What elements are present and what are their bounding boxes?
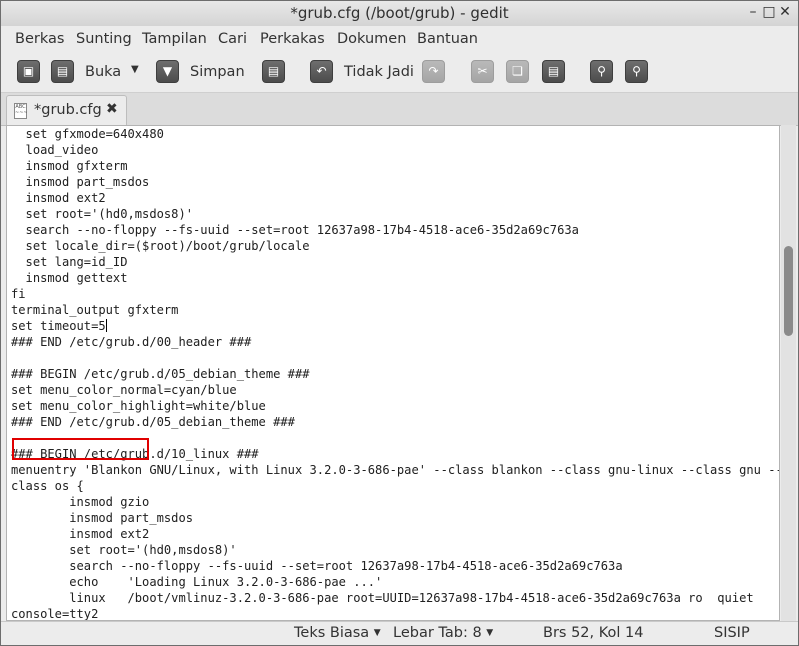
code-line: class os { (11, 479, 84, 493)
syntax-label: Teks Biasa (294, 625, 370, 641)
code-line: ### END /etc/grub.d/05_debian_theme ### (11, 415, 295, 429)
redo-icon[interactable]: ↷ (422, 60, 445, 83)
minimize-button[interactable]: – (746, 4, 762, 20)
code-line: set menu_color_normal=cyan/blue (11, 383, 237, 397)
window-title: *grub.cfg (/boot/grub) - gedit (290, 4, 509, 22)
code-line: linux /boot/vmlinuz-3.2.0-3-686-pae root… (11, 591, 754, 605)
toolbar: ▣ ▤ Buka ▼ ▼ Simpan ▤ ↶ Tidak Jadi ↷ ✂ ❏… (1, 52, 798, 93)
code-line: insmod ext2 (11, 527, 150, 541)
open-recent-dropdown-icon[interactable]: ▼ (131, 64, 139, 75)
code-line: set timeout=5 (11, 319, 107, 333)
code-line: ### END /etc/grub.d/00_header ### (11, 335, 252, 349)
timeout-highlight-box (12, 438, 149, 460)
code-line: set root='(hd0,msdos8)' (11, 543, 237, 557)
code-line: insmod gfxterm (11, 159, 128, 173)
new-document-icon[interactable]: ▣ (17, 60, 40, 83)
code-line: insmod part_msdos (11, 175, 150, 189)
code-line: set menu_color_highlight=white/blue (11, 399, 266, 413)
menu-berkas[interactable]: Berkas (15, 31, 64, 47)
code-line: menuentry 'Blankon GNU/Linux, with Linux… (11, 463, 780, 477)
print-icon[interactable]: ▤ (262, 60, 285, 83)
code-line: set gfxmode=640x480 (11, 127, 164, 141)
code-line: search --no-floppy --fs-uuid --set=root … (11, 223, 579, 237)
menu-bar: Berkas Sunting Tampilan Cari Perkakas Do… (1, 26, 798, 52)
tab-width-dropdown-icon: ▼ (486, 628, 494, 638)
vertical-scrollbar[interactable] (781, 125, 796, 621)
text-editor[interactable]: set gfxmode=640x480 load_video insmod gf… (6, 125, 780, 621)
code-line: search --no-floppy --fs-uuid --set=root … (11, 559, 623, 573)
syntax-dropdown-icon: ▼ (373, 628, 381, 638)
menu-dokumen[interactable]: Dokumen (337, 31, 406, 47)
tab-close-icon[interactable]: ✖ (106, 101, 118, 117)
code-line: insmod gzio (11, 495, 150, 509)
paste-icon[interactable]: ▤ (542, 60, 565, 83)
menu-cari[interactable]: Cari (218, 31, 247, 47)
code-line: insmod part_msdos (11, 511, 194, 525)
close-window-button[interactable]: ✕ (778, 4, 794, 20)
code-line: set root='(hd0,msdos8)' (11, 207, 194, 221)
maximize-button[interactable]: □ (762, 4, 778, 20)
save-button-label[interactable]: Simpan (190, 64, 245, 80)
code-line: fi (11, 287, 26, 301)
save-icon[interactable]: ▼ (156, 60, 179, 83)
code-text: set gfxmode=640x480 load_video insmod gf… (11, 126, 780, 621)
text-cursor (105, 319, 107, 332)
tab-width-value: 8 (472, 625, 482, 641)
menu-perkakas[interactable]: Perkakas (260, 31, 325, 47)
syntax-selector[interactable]: Teks Biasa ▼ (294, 625, 381, 641)
code-line: console=tty2 (11, 607, 99, 621)
window-controls: – □ ✕ (746, 4, 794, 20)
open-file-icon[interactable]: ▤ (51, 60, 74, 83)
tab-label: *grub.cfg (34, 102, 102, 118)
code-line: set locale_dir=($root)/boot/grub/locale (11, 239, 310, 253)
gedit-window: *grub.cfg (/boot/grub) - gedit – □ ✕ Berka… (0, 0, 799, 646)
status-bar: Teks Biasa ▼ Lebar Tab: 8 ▼ Brs 52, Kol … (1, 621, 798, 645)
code-line: insmod ext2 (11, 191, 106, 205)
insert-mode: SISIP (714, 625, 750, 641)
menu-sunting[interactable]: Sunting (76, 31, 132, 47)
code-line: set lang=id_ID (11, 255, 128, 269)
tab-width-selector[interactable]: Lebar Tab: 8 ▼ (393, 625, 493, 641)
undo-button-label[interactable]: Tidak Jadi (344, 64, 414, 80)
search-icon[interactable]: ⚲ (590, 60, 613, 83)
scrollbar-thumb[interactable] (784, 246, 793, 336)
undo-icon[interactable]: ↶ (310, 60, 333, 83)
menu-bantuan[interactable]: Bantuan (417, 31, 478, 47)
code-line: load_video (11, 143, 99, 157)
text-document-icon: ABC ~~~ (14, 103, 28, 119)
code-line: ### BEGIN /etc/grub.d/05_debian_theme ##… (11, 367, 310, 381)
copy-icon[interactable]: ❏ (506, 60, 529, 83)
tab-grub-cfg[interactable]: ABC ~~~ *grub.cfg ✖ (6, 95, 127, 125)
tab-width-label: Lebar Tab: (393, 625, 468, 641)
cut-icon[interactable]: ✂ (471, 60, 494, 83)
menu-tampilan[interactable]: Tampilan (142, 31, 207, 47)
code-line: terminal_output gfxterm (11, 303, 179, 317)
tab-bar: ABC ~~~ *grub.cfg ✖ (1, 93, 798, 126)
title-bar[interactable]: *grub.cfg (/boot/grub) - gedit – □ ✕ (1, 1, 798, 27)
search-replace-icon[interactable]: ⚲ (625, 60, 648, 83)
code-line: echo 'Loading Linux 3.2.0-3-686-pae ...' (11, 575, 383, 589)
code-line: insmod gettext (11, 271, 128, 285)
open-button-label[interactable]: Buka (85, 64, 121, 80)
cursor-position: Brs 52, Kol 14 (543, 625, 644, 641)
